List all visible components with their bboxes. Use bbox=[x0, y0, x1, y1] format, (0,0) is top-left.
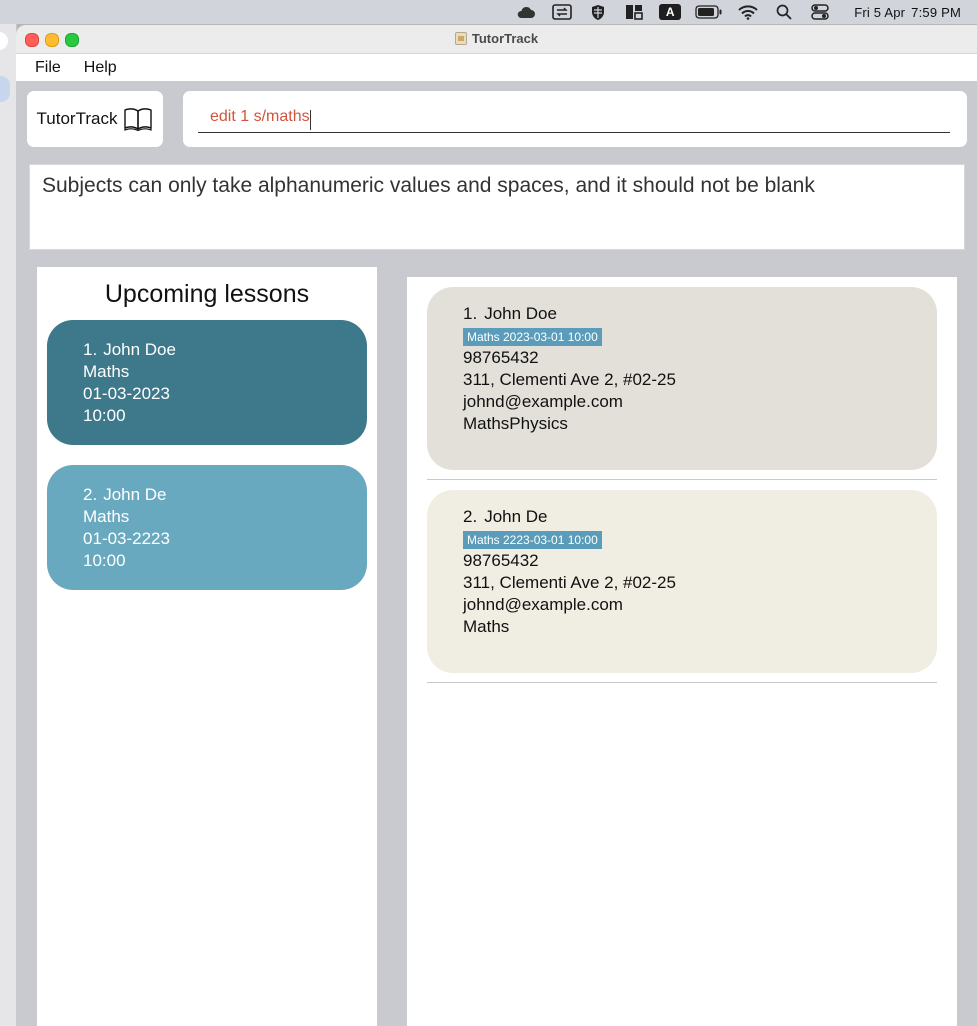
text-cursor bbox=[310, 110, 311, 130]
person-subjects: MathsPhysics bbox=[463, 414, 568, 433]
upcoming-lessons-panel: Upcoming lessons 1. John Doe Maths 01-03-… bbox=[37, 267, 377, 1026]
list-divider bbox=[427, 479, 937, 480]
person-list-panel[interactable]: 1. John Doe Maths 2023-03-01 10:00 987654… bbox=[407, 277, 957, 1026]
wifi-icon[interactable] bbox=[737, 4, 759, 20]
shield-icon[interactable] bbox=[587, 4, 609, 20]
app-menu-bar: File Help bbox=[16, 54, 977, 81]
lesson-time: 10:00 bbox=[83, 406, 126, 425]
upcoming-lessons-title: Upcoming lessons bbox=[104, 280, 310, 308]
clock-time: 7:59 PM bbox=[911, 4, 961, 20]
title-bar[interactable]: TutorTrack bbox=[16, 25, 977, 54]
background-window[interactable] bbox=[0, 24, 17, 1026]
person-subjects: Maths bbox=[463, 617, 510, 636]
brand-panel: TutorTrack bbox=[27, 91, 163, 147]
book-icon bbox=[124, 108, 153, 131]
lesson-tag: Maths 2023-03-01 10:00 bbox=[463, 328, 602, 346]
menu-help[interactable]: Help bbox=[84, 59, 117, 77]
person-index: 2. bbox=[463, 507, 478, 526]
battery-icon[interactable] bbox=[695, 4, 723, 20]
person-name: John De bbox=[484, 507, 548, 526]
person-name-line: 2. John De bbox=[463, 506, 937, 528]
command-box bbox=[183, 91, 967, 147]
lesson-name-line: 2. John De bbox=[83, 484, 367, 506]
person-email: johnd@example.com bbox=[463, 595, 623, 614]
control-center-icon[interactable] bbox=[809, 4, 831, 20]
person-card[interactable]: 2. John De Maths 2223-03-01 10:00 9876543… bbox=[427, 490, 937, 673]
background-window-button bbox=[0, 32, 8, 50]
window-layout-icon[interactable] bbox=[623, 4, 645, 20]
person-phone: 98765432 bbox=[463, 348, 539, 367]
person-phone: 98765432 bbox=[463, 551, 539, 570]
screen-share-icon[interactable] bbox=[551, 4, 573, 20]
person-index: 1. bbox=[463, 304, 478, 323]
person-name: John Doe bbox=[484, 304, 557, 323]
brand-label: TutorTrack bbox=[36, 109, 118, 128]
lesson-student-name: John Doe bbox=[103, 340, 176, 359]
input-source-label: A bbox=[659, 4, 682, 20]
lesson-index: 2. bbox=[83, 485, 98, 504]
person-address: 311, Clementi Ave 2, #02-25 bbox=[463, 573, 676, 592]
window-title: TutorTrack bbox=[16, 31, 977, 46]
lesson-date: 01-03-2223 bbox=[83, 529, 170, 548]
menu-file[interactable]: File bbox=[35, 59, 61, 77]
search-icon[interactable] bbox=[773, 4, 795, 20]
lesson-date: 01-03-2023 bbox=[83, 384, 170, 403]
person-card[interactable]: 1. John Doe Maths 2023-03-01 10:00 987654… bbox=[427, 287, 937, 470]
clock[interactable]: Fri 5 Apr 7:59 PM bbox=[848, 5, 961, 20]
app-window: TutorTrack File Help TutorTrack Subjects… bbox=[16, 25, 977, 1026]
person-address: 311, Clementi Ave 2, #02-25 bbox=[463, 370, 676, 389]
window-title-text: TutorTrack bbox=[471, 31, 539, 46]
lesson-name-line: 1. John Doe bbox=[83, 339, 367, 361]
person-email: johnd@example.com bbox=[463, 392, 623, 411]
lesson-subject: Maths bbox=[83, 362, 130, 381]
clock-date: Fri 5 Apr bbox=[854, 4, 906, 20]
system-menu-bar: A Fri 5 Apr 7:59 PM bbox=[0, 0, 977, 24]
lesson-card[interactable]: 1. John Doe Maths 01-03-2023 10:00 bbox=[47, 320, 367, 445]
background-window-selection bbox=[0, 76, 10, 102]
cloud-icon[interactable] bbox=[515, 4, 537, 20]
lesson-card[interactable]: 2. John De Maths 01-03-2223 10:00 bbox=[47, 465, 367, 590]
app-icon bbox=[454, 32, 467, 45]
list-divider bbox=[427, 682, 937, 683]
lesson-tag: Maths 2223-03-01 10:00 bbox=[463, 531, 602, 549]
lesson-index: 1. bbox=[83, 340, 98, 359]
lesson-time: 10:00 bbox=[83, 551, 126, 570]
lesson-subject: Maths bbox=[83, 507, 130, 526]
lesson-student-name: John De bbox=[103, 485, 167, 504]
person-name-line: 1. John Doe bbox=[463, 303, 937, 325]
result-display: Subjects can only take alphanumeric valu… bbox=[29, 164, 965, 250]
input-source-icon[interactable]: A bbox=[659, 4, 682, 20]
